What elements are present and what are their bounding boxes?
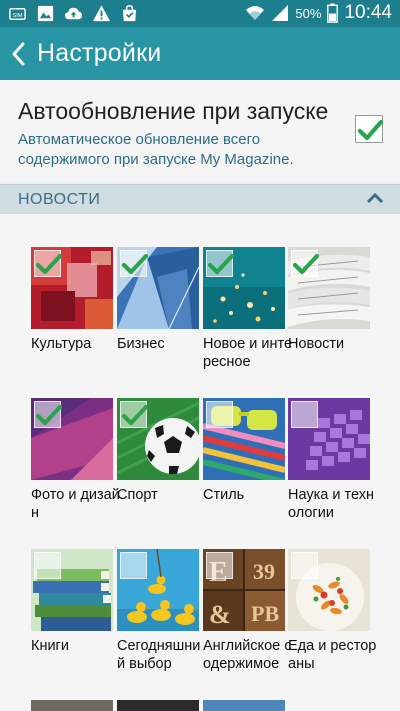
checkmark-icon [35, 253, 63, 275]
image-icon [37, 5, 54, 22]
category-label: Еда и рестораны [288, 638, 377, 672]
news-section-header[interactable]: НОВОСТИ [0, 184, 400, 215]
warning-icon [92, 5, 111, 22]
category-tile-partial-2[interactable] [117, 700, 199, 711]
category-image-partial [31, 700, 113, 711]
category-label: Спорт [117, 487, 158, 503]
category-checkbox[interactable] [206, 401, 233, 428]
category-checkbox[interactable] [291, 552, 318, 579]
category-grid: Культура Бизнес Новое и интересное Новос… [0, 214, 400, 711]
battery-icon [327, 3, 339, 23]
category-checkbox[interactable] [34, 250, 63, 277]
auto-update-description: Автоматическое обновление всего содержим… [18, 131, 294, 168]
svg-text:&: & [209, 600, 231, 629]
page-title[interactable]: Настройки [37, 39, 161, 68]
category-label: Наука и технологии [288, 487, 374, 521]
category-image-partial [203, 700, 285, 711]
category-checkbox[interactable] [291, 401, 318, 428]
battery-percent: 50% [295, 5, 322, 21]
checkmark-icon [121, 253, 149, 275]
checkmark-icon [207, 253, 235, 275]
category-checkbox[interactable] [120, 401, 149, 428]
category-checkbox[interactable] [206, 552, 233, 579]
category-tile-partial-3[interactable] [203, 700, 285, 711]
category-checkbox[interactable] [291, 250, 320, 277]
system-status: 50% 10:44 [245, 2, 392, 24]
auto-update-setting[interactable]: Автообновление при запуске Автоматическо… [0, 80, 400, 182]
signal-icon [272, 5, 289, 21]
category-checkbox[interactable] [120, 250, 149, 277]
auto-update-title: Автообновление при запуске [18, 98, 329, 124]
category-label: Культура [31, 336, 92, 352]
category-label: Новости [288, 336, 345, 352]
cloud-upload-icon [64, 7, 83, 20]
category-label: Стиль [203, 487, 245, 503]
category-label: Книги [31, 638, 69, 654]
checkmark-icon [121, 404, 149, 426]
bag-icon [122, 5, 137, 22]
app-bar: Настройки [0, 27, 400, 80]
svg-text:SIM: SIM [12, 13, 22, 19]
checkmark-icon [292, 253, 320, 275]
svg-text:PB: PB [251, 601, 279, 626]
back-arrow-icon[interactable] [8, 39, 32, 69]
category-label: Фото и дизайн [31, 487, 120, 521]
category-label: Сегодняшний выбор [117, 638, 201, 672]
clock: 10:44 [344, 2, 392, 23]
category-checkbox[interactable] [34, 552, 61, 579]
category-checkbox[interactable] [120, 552, 147, 579]
category-checkbox[interactable] [206, 250, 235, 277]
category-checkbox[interactable] [34, 401, 63, 428]
section-title: НОВОСТИ [18, 191, 101, 208]
category-label: Английское содержимое [203, 638, 292, 672]
category-tile-partial-1[interactable] [31, 700, 113, 711]
sim-icon: SIM [9, 7, 26, 20]
auto-update-checkbox[interactable] [355, 115, 384, 143]
wifi-icon [246, 6, 265, 20]
svg-text:39: 39 [253, 559, 275, 584]
category-label: Новое и интересное [203, 336, 293, 370]
notification-icons: SIM [8, 4, 139, 23]
chevron-up-icon[interactable] [365, 191, 385, 205]
checkmark-icon [357, 119, 384, 141]
category-image-partial [117, 700, 199, 711]
checkmark-icon [35, 404, 63, 426]
category-label: Бизнес [117, 336, 165, 352]
status-bar: SIM 50% 10:44 [0, 0, 400, 27]
